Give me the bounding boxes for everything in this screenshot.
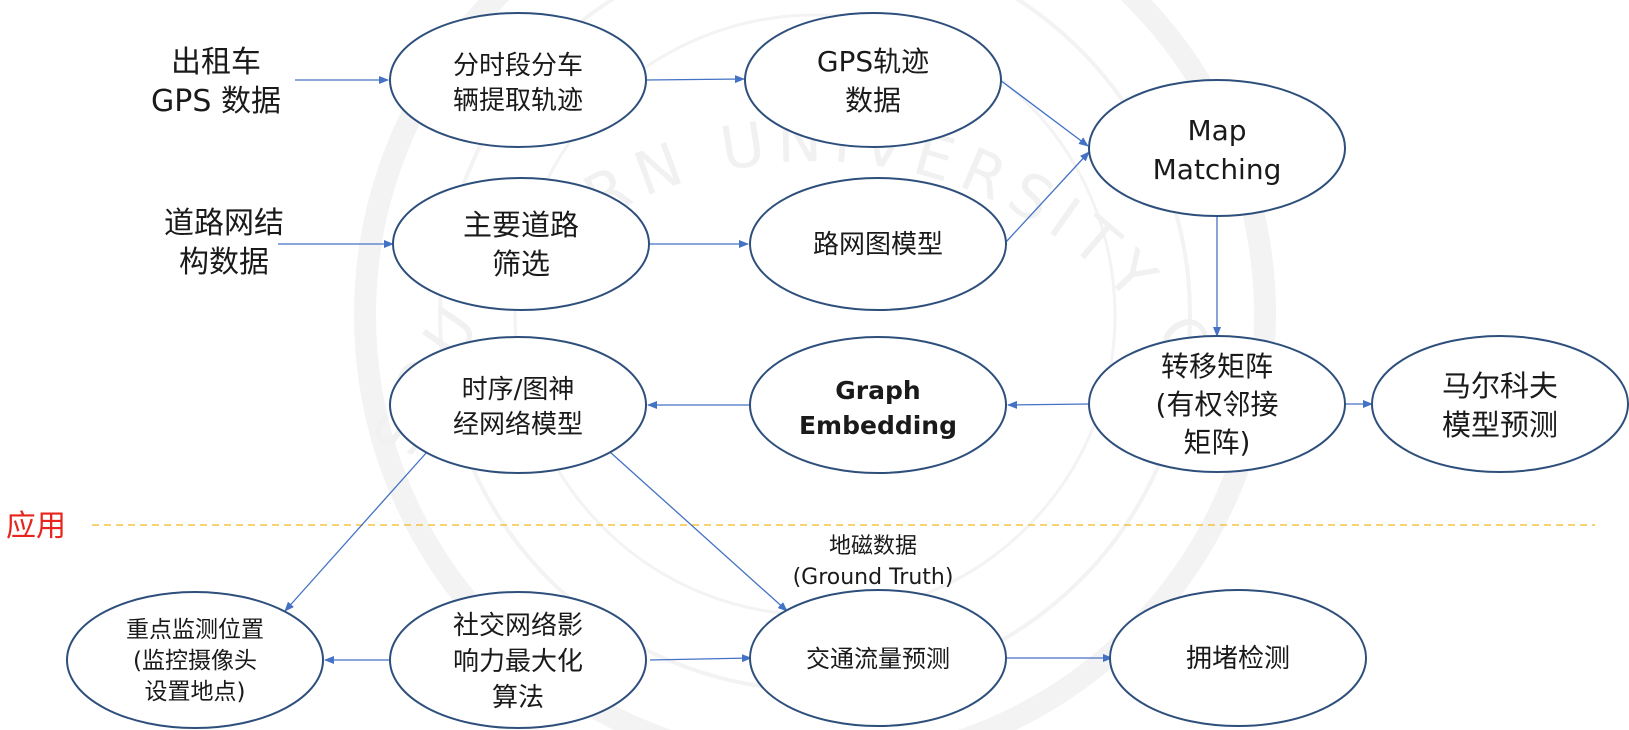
flow-diagram: SOUTHERN UNIVERSITY OF SCIENCE AND TECHN… [0,0,1629,730]
node-label-line: 经网络模型 [453,410,583,440]
edge-transfer-to-embedding [1007,400,1090,409]
source-label-line: 构数据 [179,245,269,280]
node-label-line: 社交网络影 [453,611,583,641]
node-label-line: 马尔科夫 [1442,369,1558,403]
source-taxi-gps: 出租车 GPS 数据 [151,45,281,119]
node-label-line: 时序/图神 [462,375,575,405]
node-graph-embedding: Graph Embedding [749,336,1007,474]
node-label-line: GPS轨迹 [817,45,929,78]
node-label-line: 筛选 [492,247,550,281]
node-split-trajectory: 分时段分车 辆提取轨迹 [389,12,647,148]
node-label-line: 转移矩阵 [1161,350,1273,383]
node-label-line: 分时段分车 [453,51,583,81]
source-label-line: 道路网结 [164,206,284,241]
node-label-line: 路网图模型 [813,230,943,260]
node-map-matching: Map Matching [1088,79,1346,217]
edge-gnn-to-traffic [609,451,788,612]
node-label-line: Matching [1153,153,1282,186]
ground-truth-label: (Ground Truth) [793,565,954,590]
node-label-line: 矩阵) [1184,426,1251,459]
node-gps-trajectory: GPS轨迹 数据 [744,12,1002,148]
node-label-line: 设置地点) [145,679,246,705]
node-ellipse [749,336,1007,474]
edge-gnn-to-monitor [284,451,428,612]
node-label-line: 数据 [845,84,901,117]
node-traffic-flow-prediction: 交通流量预测 [749,589,1007,727]
node-road-graph-model: 路网图模型 [749,177,1007,311]
node-label-line: 算法 [492,683,544,713]
node-influence-maximization: 社交网络影 响力最大化 算法 [389,591,647,729]
node-ellipse [744,12,1002,148]
node-temporal-gnn-model: 时序/图神 经网络模型 [389,336,647,474]
source-label-line: GPS 数据 [151,84,281,119]
node-label-line: Graph [835,376,920,405]
node-markov-prediction: 马尔科夫 模型预测 [1371,335,1629,473]
source-label-line: 出租车 [171,45,261,80]
node-ellipse [389,336,647,474]
node-label-line: 主要道路 [463,208,579,242]
node-label-line: Embedding [799,411,957,440]
node-label-line: 拥堵检测 [1186,644,1290,674]
node-label-line: (有权邻接 [1156,388,1279,421]
node-label-line: (监控摄像头 [133,648,257,674]
node-label-line: 响力最大化 [453,647,583,677]
node-label-line: 重点监测位置 [126,617,264,643]
node-label-line: Map [1187,114,1246,147]
node-road-filter: 主要道路 筛选 [392,177,650,311]
node-label-line: 模型预测 [1442,408,1558,442]
node-ellipse [1371,335,1629,473]
section-label: 应用 [6,509,66,544]
node-label-line: 辆提取轨迹 [453,86,583,116]
source-road-data: 道路网结 构数据 [164,206,284,280]
edge-split-to-gps [645,75,745,84]
edge-gps-to-mapmatch [999,79,1089,147]
node-congestion-detection: 拥堵检测 [1109,589,1367,727]
node-label-line: 交通流量预测 [806,645,950,673]
node-ellipse [1088,79,1346,217]
node-monitor-position: 重点监测位置 (监控摄像头 设置地点) [66,591,324,729]
ground-truth-label: 地磁数据 [829,534,917,559]
node-ellipse [392,177,650,311]
node-transfer-matrix: 转移矩阵 (有权邻接 矩阵) [1088,335,1346,473]
